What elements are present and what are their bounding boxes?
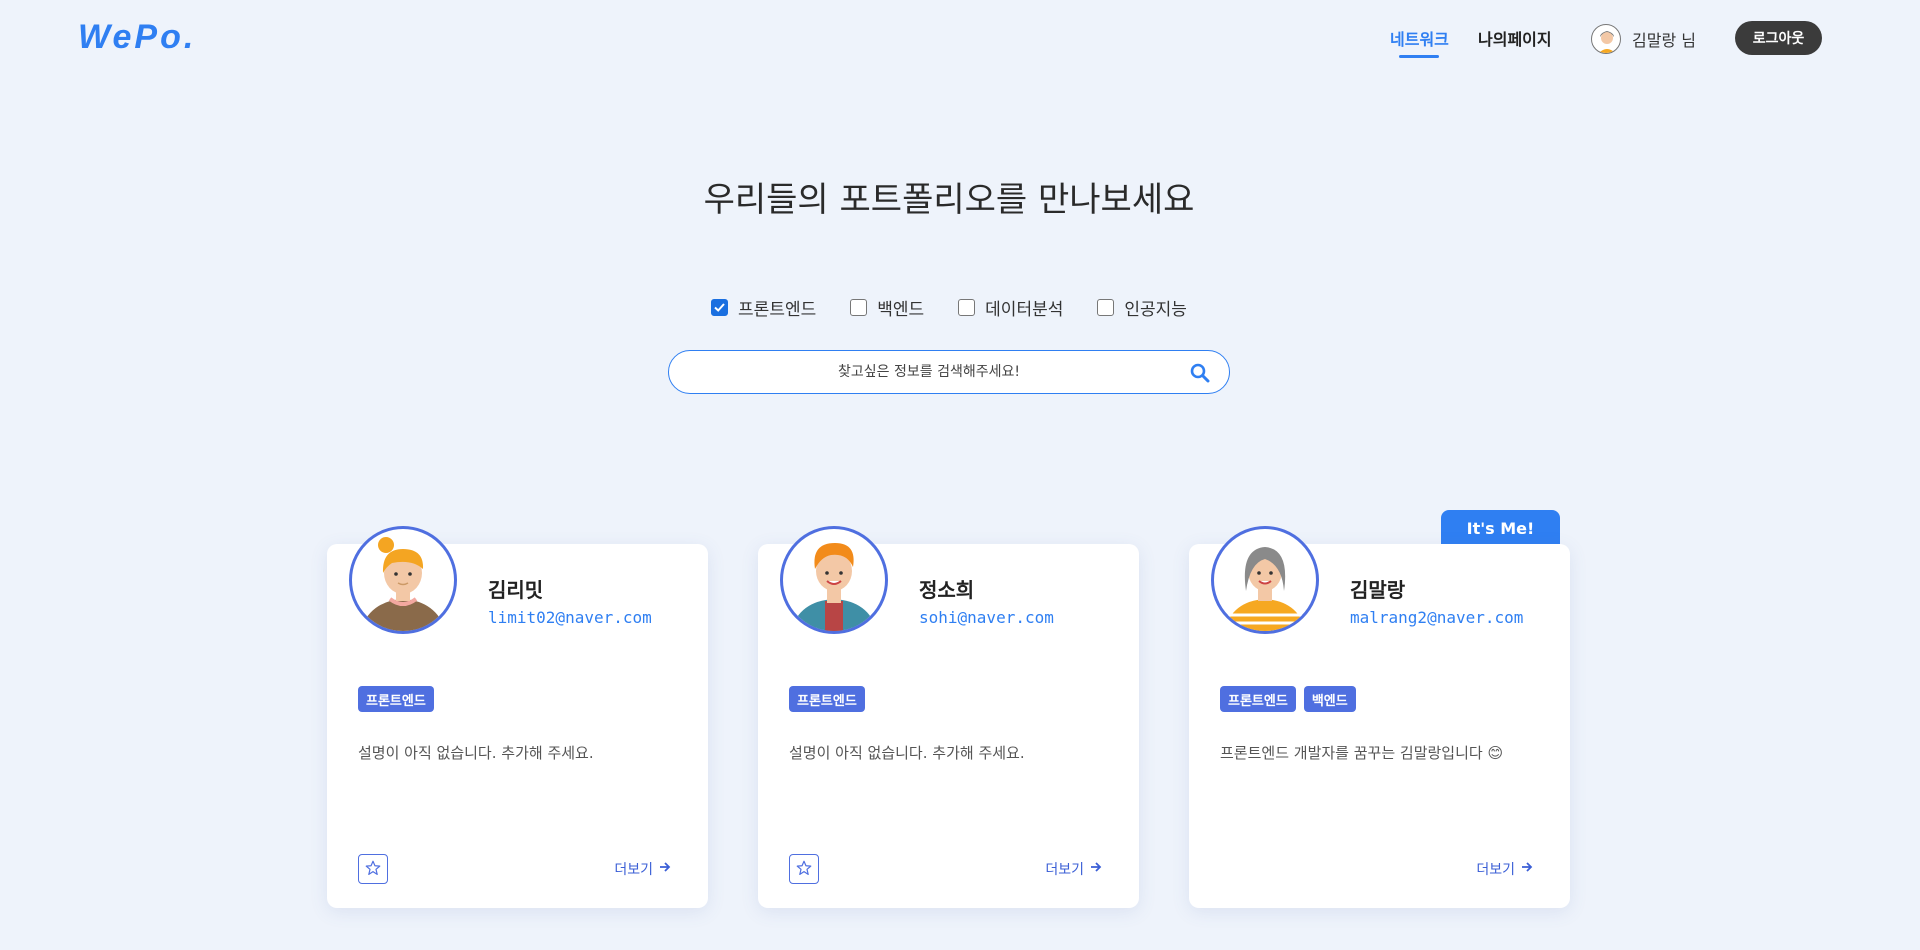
nav-username: 김말랑 님 bbox=[1632, 31, 1696, 50]
card-description: 설명이 아직 없습니다. 추가해 주세요. bbox=[789, 744, 1025, 762]
filter-data-analysis[interactable]: 데이터분석 bbox=[958, 294, 1063, 320]
card-name: 김리밋 bbox=[488, 578, 544, 602]
logout-button[interactable]: 로그아웃 bbox=[1735, 21, 1822, 55]
filter-label: 데이터분석 bbox=[985, 299, 1064, 320]
tag: 프론트엔드 bbox=[358, 686, 434, 712]
page-title: 우리들의 포트폴리오를 만나보세요 bbox=[703, 180, 1195, 220]
search-icon[interactable] bbox=[1189, 362, 1211, 384]
profile-card: 정소희 sohi@naver.com 프론트엔드 설명이 아직 없습니다. 추가… bbox=[758, 526, 1139, 908]
card-description: 설명이 아직 없습니다. 추가해 주세요. bbox=[358, 744, 594, 762]
arrow-right-icon bbox=[1520, 860, 1534, 878]
nav-mypage[interactable]: 나의페이지 bbox=[1478, 26, 1552, 50]
more-label: 더보기 bbox=[1476, 862, 1515, 878]
star-icon bbox=[364, 859, 382, 880]
avatar bbox=[780, 526, 888, 634]
more-link[interactable]: 더보기 bbox=[1476, 859, 1534, 879]
card-email: sohi@naver.com bbox=[919, 608, 1054, 627]
search-input[interactable] bbox=[689, 359, 1169, 385]
nav: 네트워크 나의페이지 김말랑 님 로그아웃 bbox=[0, 21, 1920, 64]
arrow-right-icon bbox=[1089, 860, 1103, 878]
star-button[interactable] bbox=[358, 854, 388, 884]
tag: 프론트엔드 bbox=[789, 686, 865, 712]
more-link[interactable]: 더보기 bbox=[614, 859, 672, 879]
more-link[interactable]: 더보기 bbox=[1045, 859, 1103, 879]
profile-card: 김말랑 malrang2@naver.com 프론트엔드 백엔드 프론트엔드 개… bbox=[1189, 526, 1570, 908]
its-me-badge: It's Me! bbox=[1441, 510, 1560, 546]
card-email: malrang2@naver.com bbox=[1350, 608, 1524, 627]
filter-ai[interactable]: 인공지능 bbox=[1097, 294, 1187, 320]
checkbox-backend[interactable] bbox=[850, 298, 868, 316]
card-email: limit02@naver.com bbox=[488, 608, 652, 627]
star-button[interactable] bbox=[789, 854, 819, 884]
avatar bbox=[1211, 526, 1319, 634]
card-name: 김말랑 bbox=[1350, 578, 1406, 602]
filter-backend[interactable]: 백엔드 bbox=[850, 294, 924, 320]
filter-label: 프론트엔드 bbox=[738, 299, 817, 320]
avatar bbox=[349, 526, 457, 634]
nav-network[interactable]: 네트워크 bbox=[1390, 26, 1449, 50]
checkbox-frontend[interactable] bbox=[711, 298, 729, 316]
profile-card: 김리밋 limit02@naver.com 프론트엔드 설명이 아직 없습니다.… bbox=[327, 526, 708, 908]
filter-label: 인공지능 bbox=[1124, 299, 1187, 320]
checkbox-ai[interactable] bbox=[1097, 298, 1115, 316]
more-label: 더보기 bbox=[1045, 862, 1084, 878]
card-tags: 프론트엔드 bbox=[358, 686, 434, 712]
checkbox-data-analysis[interactable] bbox=[958, 298, 976, 316]
nav-active-indicator bbox=[1399, 55, 1439, 58]
star-icon bbox=[795, 859, 813, 880]
more-label: 더보기 bbox=[614, 862, 653, 878]
card-tags: 프론트엔드 bbox=[789, 686, 865, 712]
filter-label: 백엔드 bbox=[877, 299, 925, 320]
card-description: 프론트엔드 개발자를 꿈꾸는 김말랑입니다 😊 bbox=[1220, 744, 1504, 762]
header: WePo. 네트워크 나의페이지 김말랑 님 로그아웃 bbox=[0, 0, 1920, 80]
user-avatar-icon[interactable] bbox=[1591, 24, 1621, 54]
card-tags: 프론트엔드 백엔드 bbox=[1220, 686, 1356, 712]
tag: 프론트엔드 bbox=[1220, 686, 1296, 712]
filter-frontend[interactable]: 프론트엔드 bbox=[711, 294, 816, 320]
card-name: 정소희 bbox=[919, 578, 975, 602]
search-box bbox=[668, 350, 1230, 394]
arrow-right-icon bbox=[658, 860, 672, 878]
tag: 백엔드 bbox=[1303, 686, 1356, 712]
category-filters: 프론트엔드 백엔드 데이터분석 인공지능 bbox=[0, 294, 1898, 320]
